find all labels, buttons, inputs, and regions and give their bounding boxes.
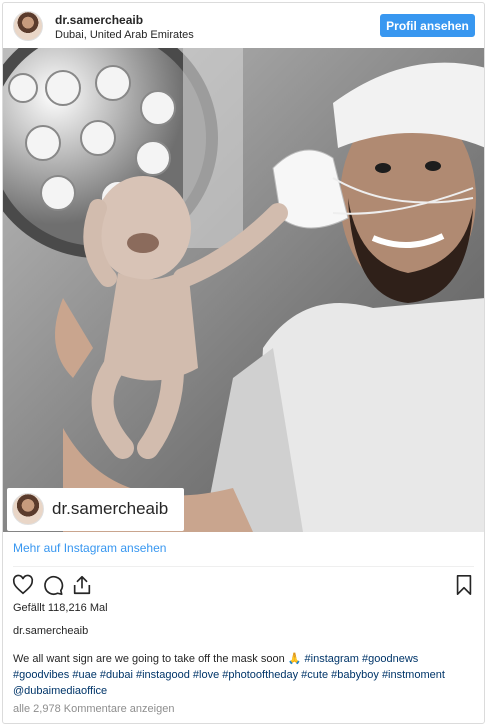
hashtag[interactable]: #instagram [305,653,359,665]
avatar[interactable] [13,11,43,41]
caption-username[interactable]: dr.samercheaib [13,625,88,637]
location[interactable]: Dubai, United Arab Emirates [55,29,194,41]
like-count[interactable]: Gefällt 118,216 Mal [13,602,108,614]
share-icon [73,575,91,595]
view-more-link[interactable]: Mehr auf Instagram ansehen [13,541,166,555]
hashtag[interactable]: #instagood [136,669,190,681]
caption: We all want sign are we going to take of… [13,651,473,699]
overlay-avatar [12,493,44,525]
overlay-username: dr.samercheaib [52,499,169,518]
action-bar [3,569,484,601]
divider [13,566,474,567]
mention[interactable]: @dubaimediaoffice [13,685,107,697]
instagram-embed: dr.samercheaib Dubai, United Arab Emirat… [2,2,485,724]
save-button[interactable] [453,574,475,596]
hashtag[interactable]: #uae [72,669,96,681]
hashtag[interactable]: #dubai [100,669,133,681]
hashtag[interactable]: #instmoment [382,669,445,681]
caption-text: We all want sign are we going to take of… [13,653,302,665]
bookmark-icon [456,575,472,595]
comment-button[interactable] [42,574,64,596]
comment-icon [44,575,64,595]
hashtag[interactable]: #goodvibes [13,669,69,681]
post-photo[interactable]: dr.samercheaib [3,48,484,532]
newborn-photo-icon [3,48,484,532]
share-button[interactable] [71,574,93,596]
hashtag[interactable]: #love [193,669,219,681]
heart-icon [12,574,34,595]
view-comments-link[interactable]: alle 2,978 Kommentare anzeigen [13,703,174,715]
username[interactable]: dr.samercheaib [55,13,143,27]
like-button[interactable] [12,574,34,596]
hashtag[interactable]: #photooftheday [222,669,298,681]
hashtag[interactable]: #cute [301,669,328,681]
post-header: dr.samercheaib Dubai, United Arab Emirat… [3,3,484,47]
profile-button[interactable]: Profil ansehen [380,14,475,37]
profile-overlay[interactable]: dr.samercheaib [7,488,184,531]
hashtag[interactable]: #babyboy [331,669,379,681]
hashtag[interactable]: #goodnews [362,653,418,665]
